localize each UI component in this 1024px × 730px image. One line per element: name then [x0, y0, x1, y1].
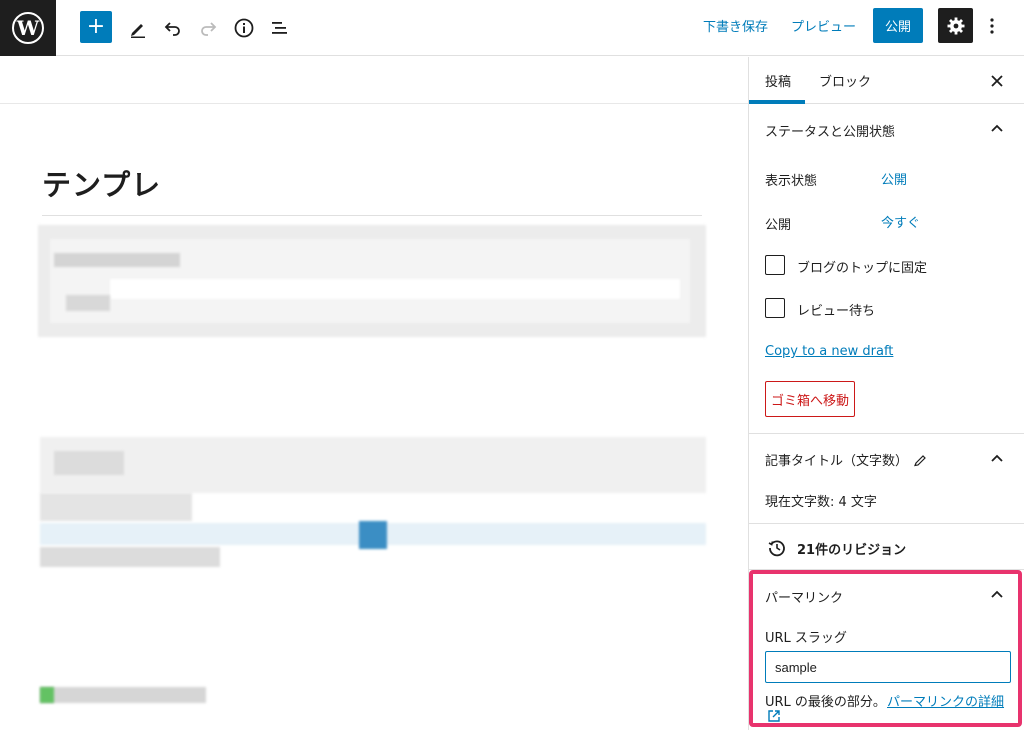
url-slug-input[interactable] — [765, 651, 1011, 683]
publish-button[interactable]: 公開 — [873, 8, 923, 43]
editor-top-toolbar: W + 下書き保存 プレビュー 公開 — [0, 0, 1024, 56]
divider — [749, 523, 1024, 524]
permalink-details-link[interactable]: パーマリンクの詳細 — [887, 691, 1004, 710]
save-draft-button[interactable]: 下書き保存 — [703, 16, 768, 35]
divider — [749, 569, 1024, 570]
redacted-content-block — [40, 547, 220, 567]
redacted-content-block — [40, 687, 54, 703]
copy-to-draft-link[interactable]: Copy to a new draft — [765, 344, 893, 359]
more-vertical-icon[interactable] — [978, 8, 1006, 43]
external-link-icon[interactable] — [767, 709, 781, 723]
active-tab-indicator — [749, 100, 805, 104]
move-to-trash-button[interactable]: ゴミ箱へ移動 — [765, 381, 855, 417]
sidebar-tabs: 投稿 ブロック — [749, 57, 1024, 104]
permalink-help-text: URL の最後の部分。 — [765, 695, 886, 710]
pending-review-checkbox[interactable] — [765, 298, 785, 318]
divider — [749, 433, 1024, 434]
permalink-panel-title[interactable]: パーマリンク — [765, 587, 843, 606]
divider — [42, 215, 702, 216]
redacted-content-block — [110, 279, 680, 299]
title-count-panel-title[interactable]: 記事タイトル（文字数） — [765, 450, 908, 469]
redacted-content-block — [40, 493, 192, 521]
sticky-checkbox[interactable] — [765, 255, 785, 275]
settings-sidebar: 投稿 ブロック ステータスと公開状態 表示状態 公開 公開 今すぐ ブログのトッ… — [748, 57, 1024, 730]
editor-canvas: テンプレ — [0, 57, 748, 730]
visibility-label: 表示状態 — [765, 174, 818, 189]
chevron-up-icon[interactable] — [989, 587, 1005, 603]
redacted-content-block — [359, 521, 387, 549]
redacted-content-block — [54, 253, 180, 267]
title-char-count: 現在文字数: 4 文字 — [765, 495, 877, 510]
redacted-content-block — [40, 437, 706, 493]
pencil-icon — [914, 455, 926, 467]
redacted-content-block — [66, 295, 110, 311]
list-view-icon[interactable] — [262, 10, 298, 46]
url-slug-label: URL スラッグ — [765, 631, 847, 646]
status-panel-title[interactable]: ステータスと公開状態 — [765, 121, 895, 140]
pending-review-label: レビュー待ち — [797, 304, 876, 319]
chevron-up-icon[interactable] — [989, 451, 1005, 467]
publish-date-toggle[interactable]: 今すぐ — [881, 212, 920, 231]
gear-icon[interactable] — [938, 8, 973, 43]
post-title[interactable]: テンプレ — [42, 162, 161, 204]
tab-post[interactable]: 投稿 — [765, 71, 791, 90]
revisions-link[interactable]: 21件のリビジョン — [797, 539, 906, 558]
add-block-button[interactable]: + — [80, 11, 112, 43]
close-icon[interactable] — [985, 69, 1009, 93]
undo-icon[interactable] — [155, 10, 191, 46]
chevron-up-icon[interactable] — [989, 121, 1005, 137]
visibility-toggle[interactable]: 公開 — [881, 169, 907, 188]
wordpress-logo-icon[interactable]: W — [0, 0, 56, 56]
divider — [0, 103, 748, 104]
publish-label: 公開 — [765, 218, 792, 233]
preview-button[interactable]: プレビュー — [791, 16, 856, 35]
info-icon[interactable] — [226, 10, 262, 46]
redacted-content-block — [40, 687, 206, 703]
tab-block[interactable]: ブロック — [819, 71, 871, 90]
history-icon — [768, 540, 785, 557]
redo-icon[interactable] — [190, 10, 226, 46]
pencil-icon[interactable] — [120, 10, 156, 46]
redacted-content-block — [54, 451, 124, 475]
sticky-label: ブログのトップに固定 — [797, 261, 928, 276]
